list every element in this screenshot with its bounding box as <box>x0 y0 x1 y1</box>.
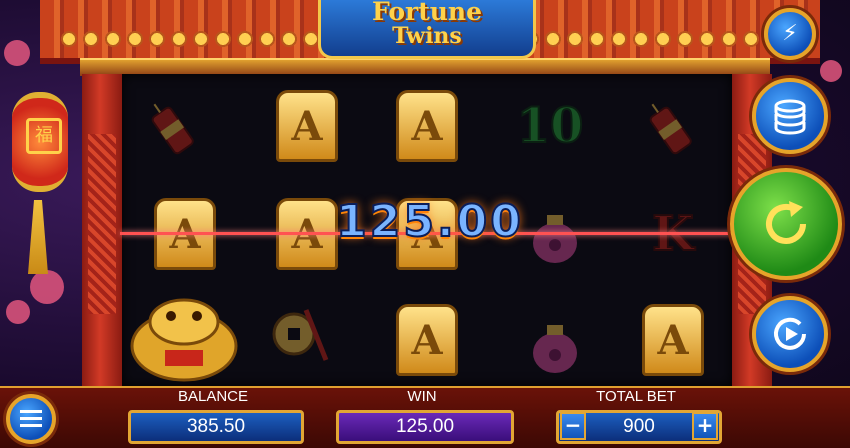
win-amount-overlay: 125.00 <box>335 195 524 248</box>
win-label: WIN <box>407 388 437 405</box>
left-pillar <box>82 74 122 386</box>
spin-icon <box>766 201 806 244</box>
lantern-tassel <box>28 200 48 274</box>
game-logo: Fortune Twins <box>318 0 536 59</box>
coins-icon <box>774 99 806 135</box>
win-value: 125.00 <box>336 410 514 444</box>
blossom-decoration <box>4 40 30 66</box>
symbol-letter: A <box>291 102 323 150</box>
bet-settings-button[interactable] <box>752 78 828 154</box>
firecracker-icon <box>151 103 194 155</box>
autoplay-icon <box>774 317 806 350</box>
coin-charm-symbol <box>266 300 332 372</box>
golden-toad-symbol <box>124 288 244 384</box>
reel-symbol: 10 <box>514 90 586 162</box>
reel-symbol: A <box>394 304 460 376</box>
lightning-icon: ⚡ <box>782 21 798 46</box>
firecracker-icon <box>649 103 692 155</box>
menu-button[interactable] <box>6 394 56 444</box>
turbo-button[interactable]: ⚡ <box>764 8 816 60</box>
firecracker-symbol <box>138 92 204 164</box>
logo-line-1: Fortune <box>371 0 483 26</box>
coin-charm-icon <box>272 309 329 361</box>
blossom-decoration <box>820 60 842 82</box>
symbol-letter: A <box>411 316 443 364</box>
symbol-letter: A <box>411 102 443 150</box>
lantern-glyph-icon: 福 <box>26 118 62 154</box>
reel-symbol: A <box>640 304 706 376</box>
decrease-bet-button[interactable]: − <box>560 412 586 440</box>
symbol-letter: 10 <box>516 97 585 155</box>
firecracker-symbol <box>636 92 702 164</box>
menu-icon <box>20 410 42 427</box>
pouch-symbol <box>522 310 588 382</box>
money-pouch-icon <box>533 325 577 373</box>
balance-label: BALANCE <box>177 388 249 405</box>
total-bet-label: TOTAL BET <box>596 388 676 405</box>
balance-value: 385.50 <box>128 410 304 444</box>
golden-toad-icon <box>130 298 238 382</box>
game-stage: 福 Fortune Twins A A 10 A A A K A A 125.0… <box>0 0 850 448</box>
spin-button[interactable] <box>730 168 842 280</box>
logo-line-2: Twins <box>392 23 462 49</box>
increase-bet-button[interactable]: + <box>692 412 718 440</box>
reel-symbol: A <box>274 90 340 162</box>
autoplay-button[interactable] <box>752 296 828 372</box>
blossom-decoration <box>30 270 64 304</box>
symbol-letter: A <box>657 316 689 364</box>
blossom-decoration <box>6 300 30 324</box>
reel-symbol: A <box>394 90 460 162</box>
